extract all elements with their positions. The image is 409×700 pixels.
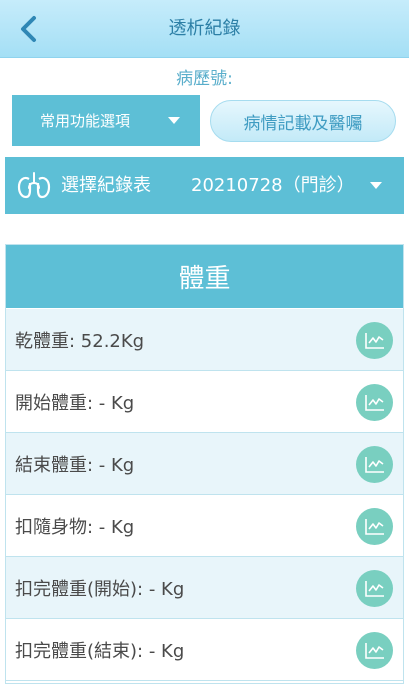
- lungs-icon: [17, 172, 51, 199]
- weight-rows: 乾體重: 52.2Kg 開始體重: - Kg 結束體重: - Kg 扣隨身物: …: [6, 309, 403, 681]
- row-label: 乾體重: 52.2Kg: [15, 330, 145, 352]
- weight-row-dry: 乾體重: 52.2Kg: [6, 309, 403, 371]
- page-title: 透析紀錄: [168, 18, 241, 39]
- row-label: 開始體重: - Kg: [15, 392, 135, 414]
- caret-down-icon: [370, 182, 382, 189]
- weight-panel-title: 體重: [6, 245, 403, 309]
- line-chart-icon[interactable]: [356, 446, 393, 483]
- notes-and-orders-button[interactable]: 病情記載及醫囑: [210, 100, 396, 142]
- weight-row-end: 結束體重: - Kg: [6, 433, 403, 495]
- medical-record-number-label: 病歷號:: [176, 69, 233, 89]
- weight-row-start: 開始體重: - Kg: [6, 371, 403, 433]
- common-functions-label: 常用功能選項: [40, 112, 131, 130]
- line-chart-icon[interactable]: [356, 322, 393, 359]
- row-label: 扣完體重(結束): - Kg: [15, 640, 185, 662]
- line-chart-icon[interactable]: [356, 632, 393, 669]
- weight-row-belongings: 扣隨身物: - Kg: [6, 495, 403, 557]
- weight-row-net-start: 扣完體重(開始): - Kg: [6, 557, 403, 619]
- record-table-dropdown[interactable]: 選擇紀錄表 20210728（門診）: [5, 157, 404, 214]
- record-table-label: 選擇紀錄表: [61, 175, 151, 196]
- line-chart-icon[interactable]: [356, 384, 393, 421]
- top-header: 透析紀錄: [0, 0, 409, 58]
- line-chart-icon[interactable]: [356, 570, 393, 607]
- record-table-value: 20210728（門診）: [191, 175, 355, 196]
- weight-panel: 體重 乾體重: 52.2Kg 開始體重: - Kg 結束體重: - Kg 扣隨身…: [5, 244, 404, 684]
- row-label: 扣隨身物: - Kg: [15, 516, 135, 538]
- line-chart-icon[interactable]: [356, 508, 393, 545]
- common-functions-dropdown[interactable]: 常用功能選項: [12, 95, 200, 146]
- weight-row-net-end: 扣完體重(結束): - Kg: [6, 619, 403, 681]
- caret-down-icon: [168, 117, 180, 124]
- row-label: 扣完體重(開始): - Kg: [15, 578, 185, 600]
- row-label: 結束體重: - Kg: [15, 454, 135, 476]
